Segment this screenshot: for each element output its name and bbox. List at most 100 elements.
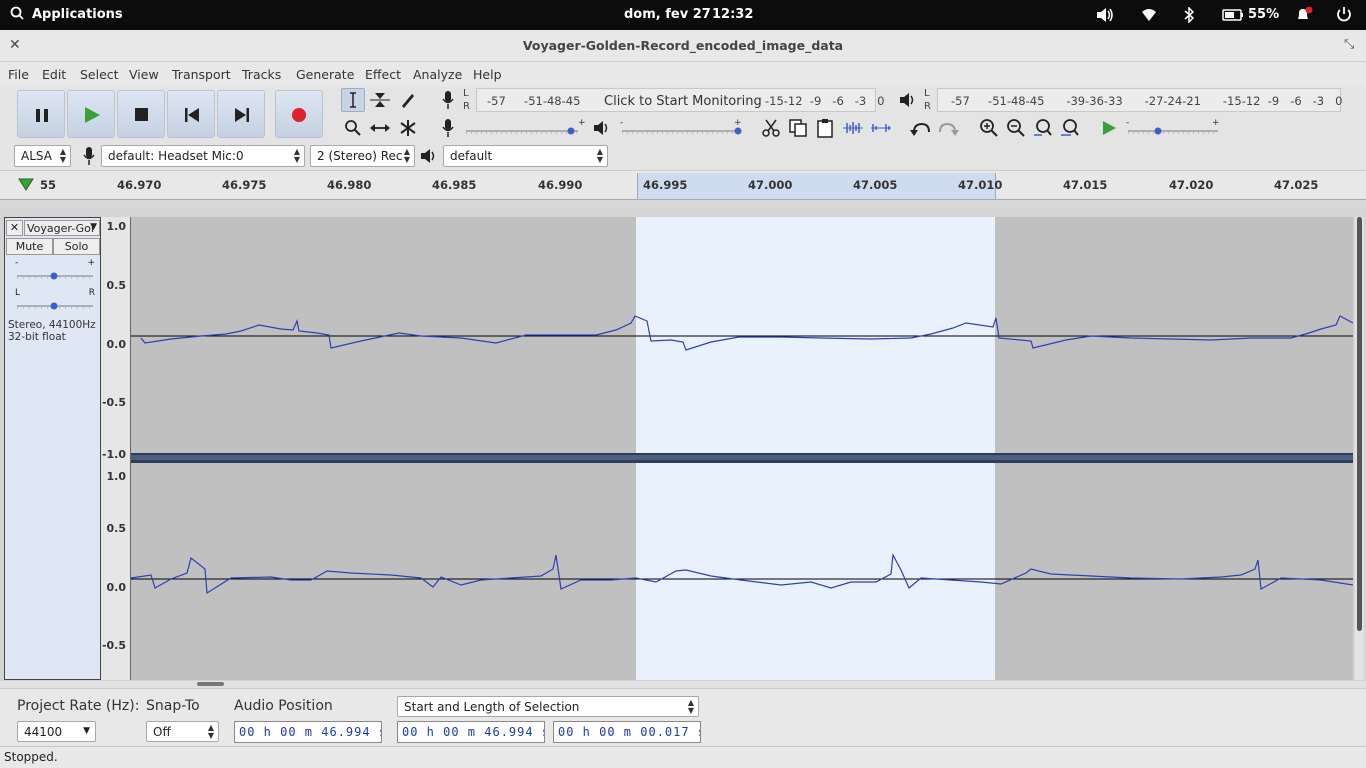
menu-analyze[interactable]: Analyze bbox=[413, 67, 462, 82]
play-button[interactable] bbox=[67, 90, 115, 138]
audio-position-value: 00 h 00 m 46.994 s bbox=[239, 725, 382, 739]
project-rate-select[interactable]: 44100 ▼ bbox=[17, 721, 96, 742]
bluetooth-icon[interactable] bbox=[1184, 6, 1195, 27]
draw-tool-icon[interactable] bbox=[396, 88, 420, 112]
axis-label: 0.5 bbox=[106, 279, 127, 292]
menu-generate[interactable]: Generate bbox=[296, 67, 354, 82]
pause-button[interactable] bbox=[17, 90, 65, 138]
chevron-updown-icon: ▲ ▼ bbox=[59, 147, 66, 164]
redo-icon[interactable] bbox=[936, 116, 960, 140]
vertical-scrollbar[interactable] bbox=[1355, 217, 1364, 680]
date-label[interactable]: dom, fev 27 bbox=[624, 7, 711, 22]
record-meter-mic-icon[interactable] bbox=[436, 88, 460, 112]
undo-icon[interactable] bbox=[909, 116, 933, 140]
notification-bell-icon[interactable] bbox=[1295, 6, 1313, 27]
timeshift-tool-icon[interactable] bbox=[368, 116, 392, 140]
menu-tracks[interactable]: Tracks bbox=[242, 67, 281, 82]
ruler-tick: 47.005 bbox=[853, 178, 898, 192]
ruler-tick: 46.990 bbox=[538, 178, 583, 192]
applications-menu[interactable]: Applications bbox=[32, 7, 123, 22]
audio-host-select[interactable]: ALSA ▲ ▼ bbox=[14, 145, 71, 167]
battery-percent[interactable]: 55% bbox=[1248, 7, 1279, 22]
track-close-icon[interactable]: ✕ bbox=[6, 220, 23, 236]
play-at-speed-icon[interactable] bbox=[1097, 116, 1121, 140]
horizontal-scrollbar-thumb[interactable] bbox=[197, 682, 224, 686]
playback-device-select[interactable]: default ▲ ▼ bbox=[443, 145, 608, 167]
menu-file[interactable]: File bbox=[8, 67, 29, 82]
record-meter-prompt[interactable]: Click to Start Monitoring bbox=[604, 94, 762, 109]
search-icon[interactable] bbox=[10, 6, 24, 24]
paste-icon[interactable] bbox=[813, 116, 837, 140]
horizontal-scrollbar[interactable] bbox=[0, 681, 1366, 688]
output-volume-slider[interactable]: - + bbox=[618, 117, 744, 139]
clock-label[interactable]: 12:32 bbox=[712, 7, 753, 22]
status-bar: Stopped. bbox=[0, 746, 1366, 768]
menu-bar: File Edit Select View Transport Tracks G… bbox=[0, 62, 1366, 87]
multi-tool-icon[interactable] bbox=[396, 116, 420, 140]
chevron-updown-icon: ▲ ▼ bbox=[687, 698, 694, 715]
timeline-ruler[interactable]: 55 46.970 46.975 46.980 46.985 46.990 46… bbox=[0, 170, 1366, 200]
vertical-axis[interactable]: 1.0 0.5 0.0 -0.5 -1.0 1.0 0.5 0.0 -0.5 bbox=[101, 217, 131, 680]
stop-button[interactable] bbox=[117, 90, 165, 138]
silence-audio-icon[interactable] bbox=[869, 116, 893, 140]
ruler-tick: 47.015 bbox=[1063, 178, 1108, 192]
selection-toolbar: Project Rate (Hz): 44100 ▼ Snap-To Off ▲… bbox=[0, 688, 1366, 746]
ruler-tick: 55 bbox=[40, 178, 57, 192]
selection-region bbox=[636, 217, 995, 680]
power-icon[interactable] bbox=[1336, 6, 1352, 26]
play-speed-slider[interactable]: - + bbox=[1124, 117, 1224, 139]
chevron-updown-icon: ▲ ▼ bbox=[293, 147, 300, 164]
output-volume-speaker-icon bbox=[590, 116, 614, 140]
selection-start-field[interactable]: 00 h 00 m 46.994 s bbox=[397, 721, 545, 743]
track-format-rate: Stereo, 44100Hz bbox=[8, 319, 96, 331]
selection-length-field[interactable]: 00 h 00 m 00.017 s bbox=[553, 721, 701, 743]
pan-slider[interactable]: L R bbox=[15, 288, 95, 314]
menu-edit[interactable]: Edit bbox=[42, 67, 66, 82]
battery-icon[interactable] bbox=[1222, 8, 1244, 26]
snap-to-select[interactable]: Off ▲ ▼ bbox=[146, 721, 219, 742]
recording-device-select[interactable]: default: Headset Mic:0 ▲ ▼ bbox=[101, 145, 305, 167]
track-name-menu[interactable]: Voyager-Gol ▼ bbox=[24, 220, 100, 236]
pinned-play-head-icon[interactable] bbox=[16, 177, 36, 196]
track-format-depth: 32-bit float bbox=[8, 331, 66, 343]
vertical-scrollbar-thumb[interactable] bbox=[1357, 217, 1362, 631]
gain-slider[interactable]: - + bbox=[15, 258, 95, 284]
volume-icon[interactable] bbox=[1096, 7, 1114, 27]
snap-to-value: Off bbox=[153, 725, 171, 739]
menu-transport[interactable]: Transport bbox=[172, 67, 231, 82]
playback-meter-speaker-icon[interactable] bbox=[896, 88, 920, 112]
solo-button[interactable]: Solo bbox=[53, 238, 100, 255]
skip-to-end-button[interactable] bbox=[217, 90, 265, 138]
selection-tool-icon[interactable] bbox=[341, 88, 365, 112]
input-volume-slider[interactable]: + bbox=[464, 117, 586, 139]
wifi-icon[interactable] bbox=[1141, 8, 1157, 26]
fit-project-icon[interactable] bbox=[1058, 116, 1082, 140]
menu-view[interactable]: View bbox=[129, 67, 159, 82]
zoom-out-icon[interactable] bbox=[1004, 116, 1028, 140]
selection-mode-select[interactable]: Start and Length of Selection ▲ ▼ bbox=[397, 696, 699, 717]
playback-meter-lr: L R bbox=[924, 88, 931, 112]
zoom-tool-icon[interactable] bbox=[341, 116, 365, 140]
zoom-in-icon[interactable] bbox=[977, 116, 1001, 140]
playback-meter[interactable]: -57 -51-48-45 -39-36-33 -27-24-21 -15-12… bbox=[937, 88, 1342, 112]
trim-audio-icon[interactable] bbox=[841, 116, 865, 140]
fit-selection-icon[interactable] bbox=[1031, 116, 1055, 140]
status-text: Stopped. bbox=[4, 750, 58, 764]
menu-select[interactable]: Select bbox=[80, 67, 119, 82]
audio-position-field[interactable]: 00 h 00 m 46.994 s bbox=[234, 721, 382, 743]
record-meter[interactable]: -57 -51-48-45 Click to Start Monitoring … bbox=[476, 88, 885, 112]
unmaximize-icon[interactable]: ⤡ bbox=[1344, 37, 1354, 52]
ruler-selection-region[interactable] bbox=[637, 173, 996, 199]
svg-text:+: + bbox=[578, 118, 586, 128]
copy-icon[interactable] bbox=[786, 116, 810, 140]
window-title: Voyager-Golden-Record_encoded_image_data bbox=[522, 38, 844, 53]
skip-to-start-button[interactable] bbox=[167, 90, 215, 138]
menu-effect[interactable]: Effect bbox=[365, 67, 401, 82]
envelope-tool-icon[interactable] bbox=[368, 88, 392, 112]
cut-icon[interactable] bbox=[759, 116, 783, 140]
recording-channels-select[interactable]: 2 (Stereo) Rec ▲ ▼ bbox=[310, 145, 415, 167]
menu-help[interactable]: Help bbox=[473, 67, 502, 82]
record-button[interactable] bbox=[275, 90, 323, 138]
waveform-display[interactable] bbox=[131, 217, 1353, 680]
mute-button[interactable]: Mute bbox=[6, 238, 53, 255]
